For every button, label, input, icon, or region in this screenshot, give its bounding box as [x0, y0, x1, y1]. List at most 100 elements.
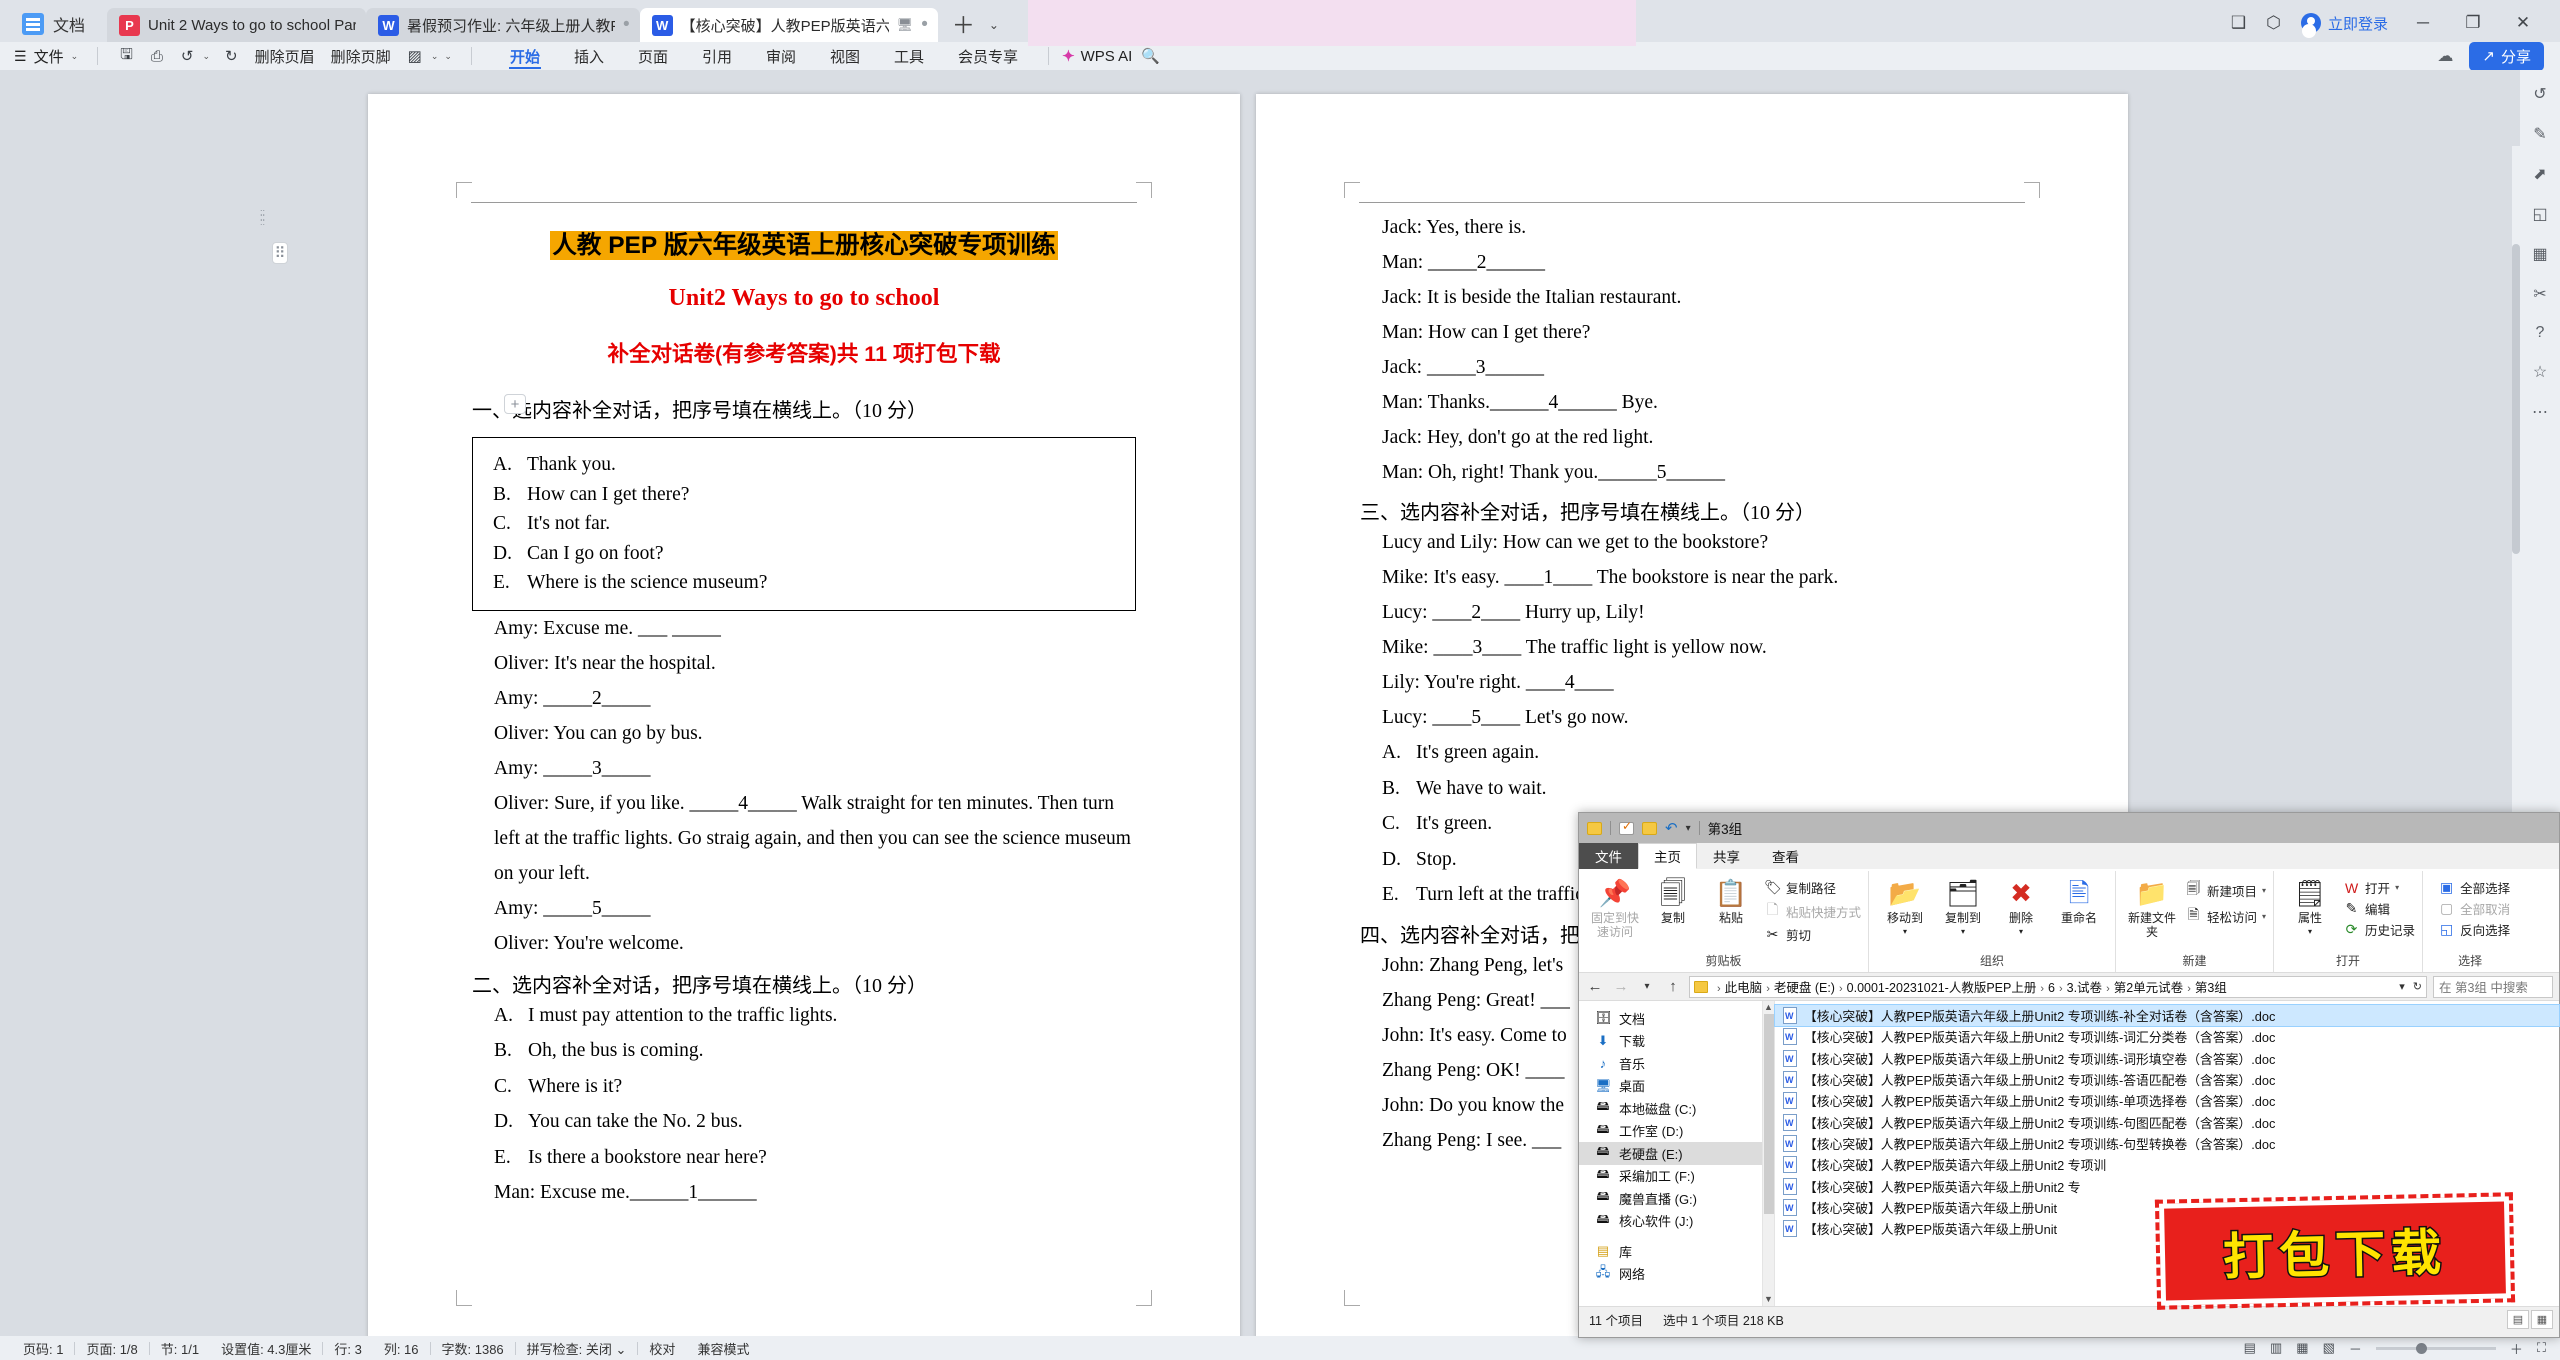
new-folder-button[interactable]: 📁 新建文件夹 — [2123, 874, 2181, 939]
chevron-down-icon[interactable]: ⌄ — [431, 51, 445, 62]
login-button[interactable]: 立即登录 — [2300, 13, 2388, 34]
rename-button[interactable]: 🖹 重命名 — [2050, 874, 2108, 925]
refresh-icon[interactable]: ↻ — [2413, 980, 2422, 993]
zoom-slider[interactable] — [2375, 1342, 2496, 1354]
pen-icon[interactable]: ✎ — [2533, 124, 2546, 144]
tab-member[interactable]: 会员专享 — [941, 43, 1035, 69]
easy-access-button[interactable]: 🗎 轻松访问 ▾ — [2185, 904, 2266, 928]
status-proofread[interactable]: 校对 — [638, 1339, 686, 1358]
new-folder-quick-icon[interactable] — [1642, 821, 1657, 835]
table-insert-handle[interactable]: ⠿ — [272, 242, 288, 264]
cloud-upload-icon[interactable]: ☁ — [2437, 46, 2453, 66]
window-split-icon[interactable]: ❑ — [2231, 13, 2246, 33]
explorer-tab-file[interactable]: 文件 — [1579, 843, 1638, 869]
tab-reference[interactable]: 引用 — [685, 43, 749, 69]
tab-start[interactable]: 开始 — [493, 43, 557, 69]
nav-item-local-disk-c[interactable]: 🖴 本地磁盘 (C:) — [1579, 1097, 1774, 1120]
invert-selection-button[interactable]: ◱ 反向选择 — [2438, 920, 2510, 939]
breadcrumb-dropdown-icon[interactable]: ▾ — [2399, 980, 2405, 993]
delete-button[interactable]: ✖ 删除 ▾ — [1992, 874, 2050, 939]
nav-item-downloads[interactable]: ⬇ 下载 — [1579, 1030, 1774, 1053]
more-options-icon[interactable]: ⋯ — [2532, 402, 2548, 422]
tab-page[interactable]: 页面 — [621, 43, 685, 69]
move-to-button[interactable]: 📂 移动到 ▾ — [1876, 874, 1934, 939]
star-icon[interactable]: ☆ — [2533, 362, 2547, 382]
chevron-down-icon[interactable]: ⌄ — [989, 18, 999, 32]
view-print-layout-icon[interactable]: ▤ — [2244, 1340, 2256, 1356]
explorer-nav-pane[interactable]: 🗄 文档 ⬇ 下载 ♪ 音乐 🖥 桌面 🖴 本地磁盘 (C:) 🖴 工作室 (D:) 🖴 老硬… — [1579, 1001, 1775, 1306]
edit-button[interactable]: ✎ 编辑 — [2343, 899, 2415, 918]
file-row[interactable]: 【核心突破】人教PEP版英语六年级上册Unit2 专项训练-单项选择卷（含答案）… — [1775, 1090, 2559, 1111]
file-row[interactable]: 【核心突破】人教PEP版英语六年级上册Unit2 专项训练-词汇分类卷（含答案）… — [1775, 1026, 2559, 1047]
copy-to-button[interactable]: 🗂 复制到 ▾ — [1934, 874, 1992, 939]
undo-icon[interactable]: ↺ — [172, 47, 203, 65]
search-icon[interactable]: 🔍 — [1132, 47, 1169, 65]
paragraph-grip[interactable]: :::::: — [260, 208, 265, 227]
view-web-layout-icon[interactable]: ▥ — [2270, 1340, 2282, 1356]
forward-button[interactable]: → — [1611, 978, 1631, 995]
copy-button[interactable]: 🗐 复制 — [1644, 874, 1702, 925]
chevron-down-icon[interactable]: ⌄ — [203, 51, 217, 62]
status-spellcheck[interactable]: 拼写检查: 关闭 ⌄ — [516, 1339, 638, 1358]
file-row[interactable]: 【核心突破】人教PEP版英语六年级上册Unit2 专 — [1775, 1175, 2559, 1196]
nav-item-network[interactable]: 🖧 网络 — [1579, 1263, 1774, 1286]
back-button[interactable]: ← — [1585, 978, 1605, 995]
share-button[interactable]: ↗ 分享 — [2469, 41, 2544, 71]
save-icon[interactable]: 🖫 — [111, 44, 142, 69]
nav-item-drive-d[interactable]: 🖴 工作室 (D:) — [1579, 1120, 1774, 1143]
zoom-slider-knob[interactable] — [2415, 1342, 2427, 1354]
format-painter-icon[interactable]: ▨ — [399, 47, 431, 65]
select-all-button[interactable]: ▣ 全部选择 — [2438, 878, 2510, 897]
file-row[interactable]: 【核心突破】人教PEP版英语六年级上册Unit2 专项训练-句图匹配卷（含答案）… — [1775, 1111, 2559, 1132]
chevron-down-icon[interactable]: ⌄ — [444, 51, 458, 62]
nav-item-documents[interactable]: 🗄 文档 — [1579, 1007, 1774, 1030]
file-menu-button[interactable]: ☰ 文件 ⌄ — [14, 46, 84, 67]
nav-item-desktop[interactable]: 🖥 桌面 — [1579, 1075, 1774, 1098]
shapes-icon[interactable]: ✂ — [2533, 284, 2546, 304]
monitor-icon[interactable]: 🖥 — [897, 17, 914, 33]
file-row[interactable]: 【核心突破】人教PEP版英语六年级上册Unit2 专项训 — [1775, 1154, 2559, 1175]
select-none-button[interactable]: ▢ 全部取消 — [2438, 899, 2510, 918]
chart-icon[interactable]: ◱ — [2532, 204, 2547, 224]
file-row[interactable]: 【核心突破】人教PEP版英语六年级上册Unit2 专项训练-句型转换卷（含答案）… — [1775, 1133, 2559, 1154]
wps-ai-button[interactable]: ✦ WPS AI — [1062, 47, 1132, 66]
remove-footer-button[interactable]: 删除页脚 — [323, 46, 399, 67]
large-icons-view-button[interactable]: ▦ — [2531, 1309, 2553, 1329]
nav-item-drive-e[interactable]: 🖴 老硬盘 (E:) — [1579, 1142, 1774, 1165]
tab-core-breakthrough[interactable]: W 【核心突破】人教PEP版英语六 🖥 • — [639, 8, 938, 42]
tab-insert[interactable]: 插入 — [557, 43, 621, 69]
scrollbar-thumb[interactable] — [2512, 244, 2520, 554]
undo-history-icon[interactable]: ↺ — [2533, 84, 2546, 104]
recent-locations-icon[interactable]: ▾ — [1637, 981, 1657, 992]
scroll-down-icon[interactable]: ▼ — [1763, 1293, 1774, 1306]
new-tab-area[interactable]: ＋ ⌄ — [938, 8, 1013, 42]
history-button[interactable]: ⟳ 历史记录 — [2343, 920, 2415, 939]
status-word-count[interactable]: 字数: 1386 — [431, 1339, 515, 1358]
folder-icon[interactable] — [1587, 821, 1602, 835]
explorer-title-bar[interactable]: ↶ ▾ 第3组 — [1579, 813, 2559, 843]
breadcrumb[interactable]: › 此电脑 › 老硬盘 (E:) › 0.0001-20231021-人教版PEP上册 › 6… — [1689, 975, 2427, 998]
help-icon[interactable]: ? — [2536, 324, 2545, 342]
view-reading-icon[interactable]: ▧ — [2323, 1340, 2335, 1356]
zoom-in-icon[interactable]: ＋ — [2510, 1339, 2523, 1358]
nav-item-drive-f[interactable]: 🖴 采编加工 (F:) — [1579, 1165, 1774, 1188]
properties-quick-icon[interactable] — [1619, 819, 1634, 835]
copy-path-button[interactable]: 🏷 复制路径 — [1764, 878, 1861, 897]
paste-button[interactable]: 📋 粘贴 — [1702, 874, 1760, 925]
print-icon[interactable]: ⎙ — [142, 48, 172, 65]
tab-tools[interactable]: 工具 — [877, 43, 941, 69]
explorer-tab-view[interactable]: 查看 — [1756, 843, 1815, 869]
add-column-button[interactable]: + — [504, 394, 526, 414]
scrollbar-thumb[interactable] — [1764, 1014, 1774, 1214]
minimize-button[interactable]: ─ — [2408, 13, 2438, 33]
file-row[interactable]: 【核心突破】人教PEP版英语六年级上册Unit2 专项训练-答语匹配卷（含答案）… — [1775, 1069, 2559, 1090]
pin-to-quick-access-button[interactable]: 📌 固定到快速访问 — [1586, 874, 1644, 939]
plus-icon[interactable]: ＋ — [952, 14, 975, 37]
paste-shortcut-button[interactable]: 🗋 粘贴快捷方式 — [1764, 899, 1861, 923]
fullscreen-icon[interactable]: ⛶ — [2537, 1340, 2546, 1356]
tab-view[interactable]: 视图 — [813, 43, 877, 69]
document-page-1[interactable]: 人教 PEP 版六年级英语上册核心突破专项训练 Unit2 Ways to go… — [260, 94, 1284, 1338]
tab-summer-homework[interactable]: W 暑假预习作业: 六年级上册人教PE • — [366, 8, 640, 42]
properties-button[interactable]: 🗒 属性 ▾ — [2281, 874, 2339, 939]
up-button[interactable]: ↑ — [1663, 978, 1683, 995]
